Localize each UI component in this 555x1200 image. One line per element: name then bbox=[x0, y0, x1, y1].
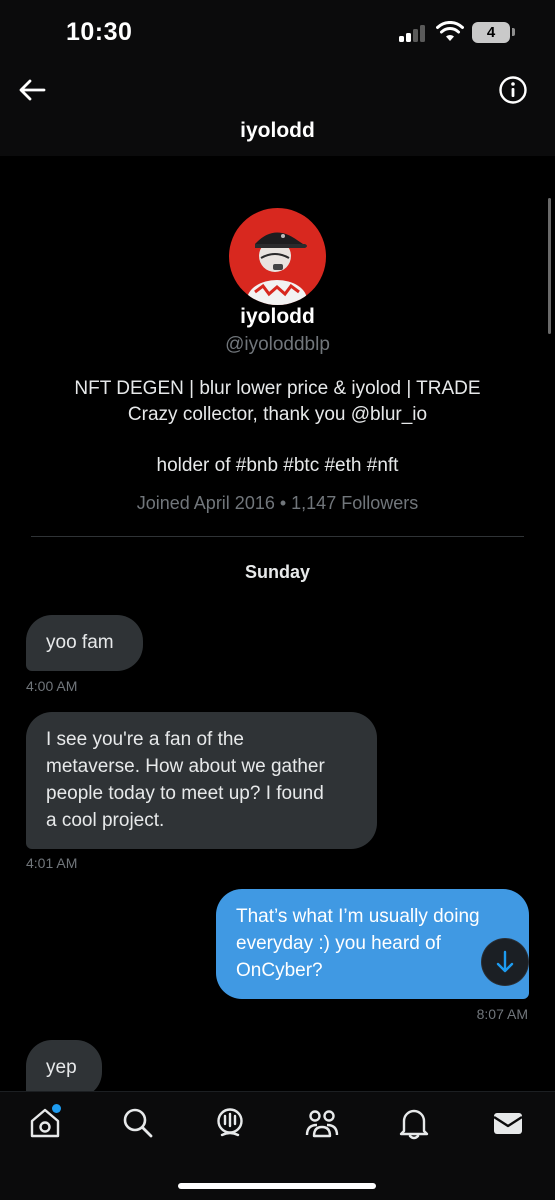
incoming-message-bubble[interactable]: I see you're a fan of the metaverse. How… bbox=[26, 712, 377, 849]
communities-icon[interactable] bbox=[304, 1105, 340, 1141]
message-text: everyday :) you heard of bbox=[236, 933, 441, 954]
status-time: 10:30 bbox=[66, 18, 133, 46]
profile-bio-line: NFT DEGEN | blur lower price & iyolod | … bbox=[74, 378, 481, 399]
message-timestamp: 8:07 AM bbox=[476, 1006, 528, 1022]
message-text: I see you're a fan of the bbox=[46, 729, 244, 750]
profile-name[interactable]: iyolodd bbox=[0, 305, 555, 329]
incoming-message-bubble[interactable]: yoo fam bbox=[26, 615, 143, 671]
arrow-left-icon[interactable] bbox=[16, 76, 48, 104]
profile-bio-line: Crazy collector, thank you @blur_io bbox=[127, 404, 428, 425]
profile-joined-followers: Joined April 2016 • 1,147 Followers bbox=[136, 493, 419, 513]
message-timestamp: 4:00 AM bbox=[26, 678, 78, 694]
home-indicator[interactable] bbox=[178, 1183, 376, 1189]
message-text: yoo fam bbox=[46, 632, 114, 653]
battery-indicator: 4 bbox=[472, 22, 510, 43]
wifi-icon bbox=[436, 21, 464, 41]
status-bar: 10:30 4 bbox=[0, 0, 555, 62]
message-text: yep bbox=[46, 1057, 77, 1078]
arrow-down-icon[interactable] bbox=[482, 939, 528, 985]
outgoing-message-bubble[interactable]: That’s what I’m usually doing everyday :… bbox=[216, 889, 529, 999]
avatar[interactable] bbox=[229, 208, 326, 305]
info-circle-icon[interactable] bbox=[498, 75, 528, 105]
conversation-header: iyolodd bbox=[0, 62, 555, 156]
profile-divider bbox=[31, 536, 524, 537]
home-notification-dot bbox=[52, 1104, 61, 1113]
profile-handle[interactable]: @iyoloddblp bbox=[0, 334, 555, 356]
dm-conversation-screen: 10:30 4 iyolodd iyolodd @iyoloddblp NFT … bbox=[0, 0, 555, 1200]
spaces-icon[interactable] bbox=[212, 1105, 248, 1141]
message-timestamp: 4:01 AM bbox=[26, 855, 78, 871]
day-separator: Sunday bbox=[244, 562, 310, 582]
battery-tip bbox=[512, 28, 515, 36]
profile-bio-line: holder of #bnb #btc #eth #nft bbox=[156, 455, 399, 476]
message-text: OnCyber? bbox=[236, 960, 323, 981]
message-text: That’s what I’m usually doing bbox=[236, 906, 480, 927]
message-text: a cool project. bbox=[46, 810, 165, 831]
envelope-icon[interactable] bbox=[490, 1105, 526, 1141]
bell-icon[interactable] bbox=[396, 1105, 432, 1141]
message-text: metaverse. How about we gather bbox=[46, 756, 325, 777]
header-title: iyolodd bbox=[240, 119, 315, 142]
message-text: people today to meet up? I found bbox=[46, 783, 324, 804]
incoming-message-bubble[interactable]: yep bbox=[26, 1040, 102, 1098]
cellular-signal-icon bbox=[399, 24, 429, 42]
search-icon[interactable] bbox=[120, 1105, 156, 1141]
